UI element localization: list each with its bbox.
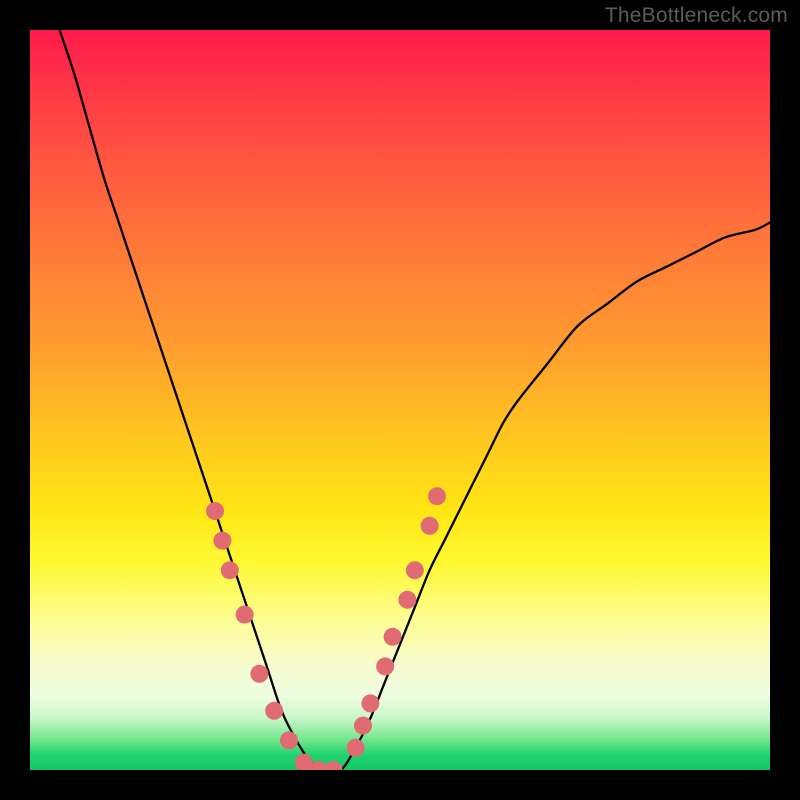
- highlight-dot: [206, 502, 224, 520]
- highlight-dot: [354, 717, 372, 735]
- plot-area: [30, 30, 770, 770]
- highlight-dot: [406, 561, 424, 579]
- highlight-dot: [250, 665, 268, 683]
- highlight-dot: [376, 657, 394, 675]
- highlight-dots: [206, 487, 446, 770]
- curve-svg: [30, 30, 770, 770]
- highlight-dot: [384, 628, 402, 646]
- highlight-dot: [213, 532, 231, 550]
- highlight-dot: [428, 487, 446, 505]
- highlight-dot: [347, 739, 365, 757]
- highlight-dot: [221, 561, 239, 579]
- highlight-dot: [280, 731, 298, 749]
- highlight-dot: [421, 517, 439, 535]
- highlight-dot: [265, 702, 283, 720]
- bottleneck-curve: [60, 30, 770, 770]
- watermark-text: TheBottleneck.com: [605, 4, 788, 28]
- highlight-dot: [361, 694, 379, 712]
- highlight-dot: [398, 591, 416, 609]
- highlight-dot: [236, 606, 254, 624]
- chart-frame: TheBottleneck.com: [0, 0, 800, 800]
- highlight-dot: [324, 761, 342, 770]
